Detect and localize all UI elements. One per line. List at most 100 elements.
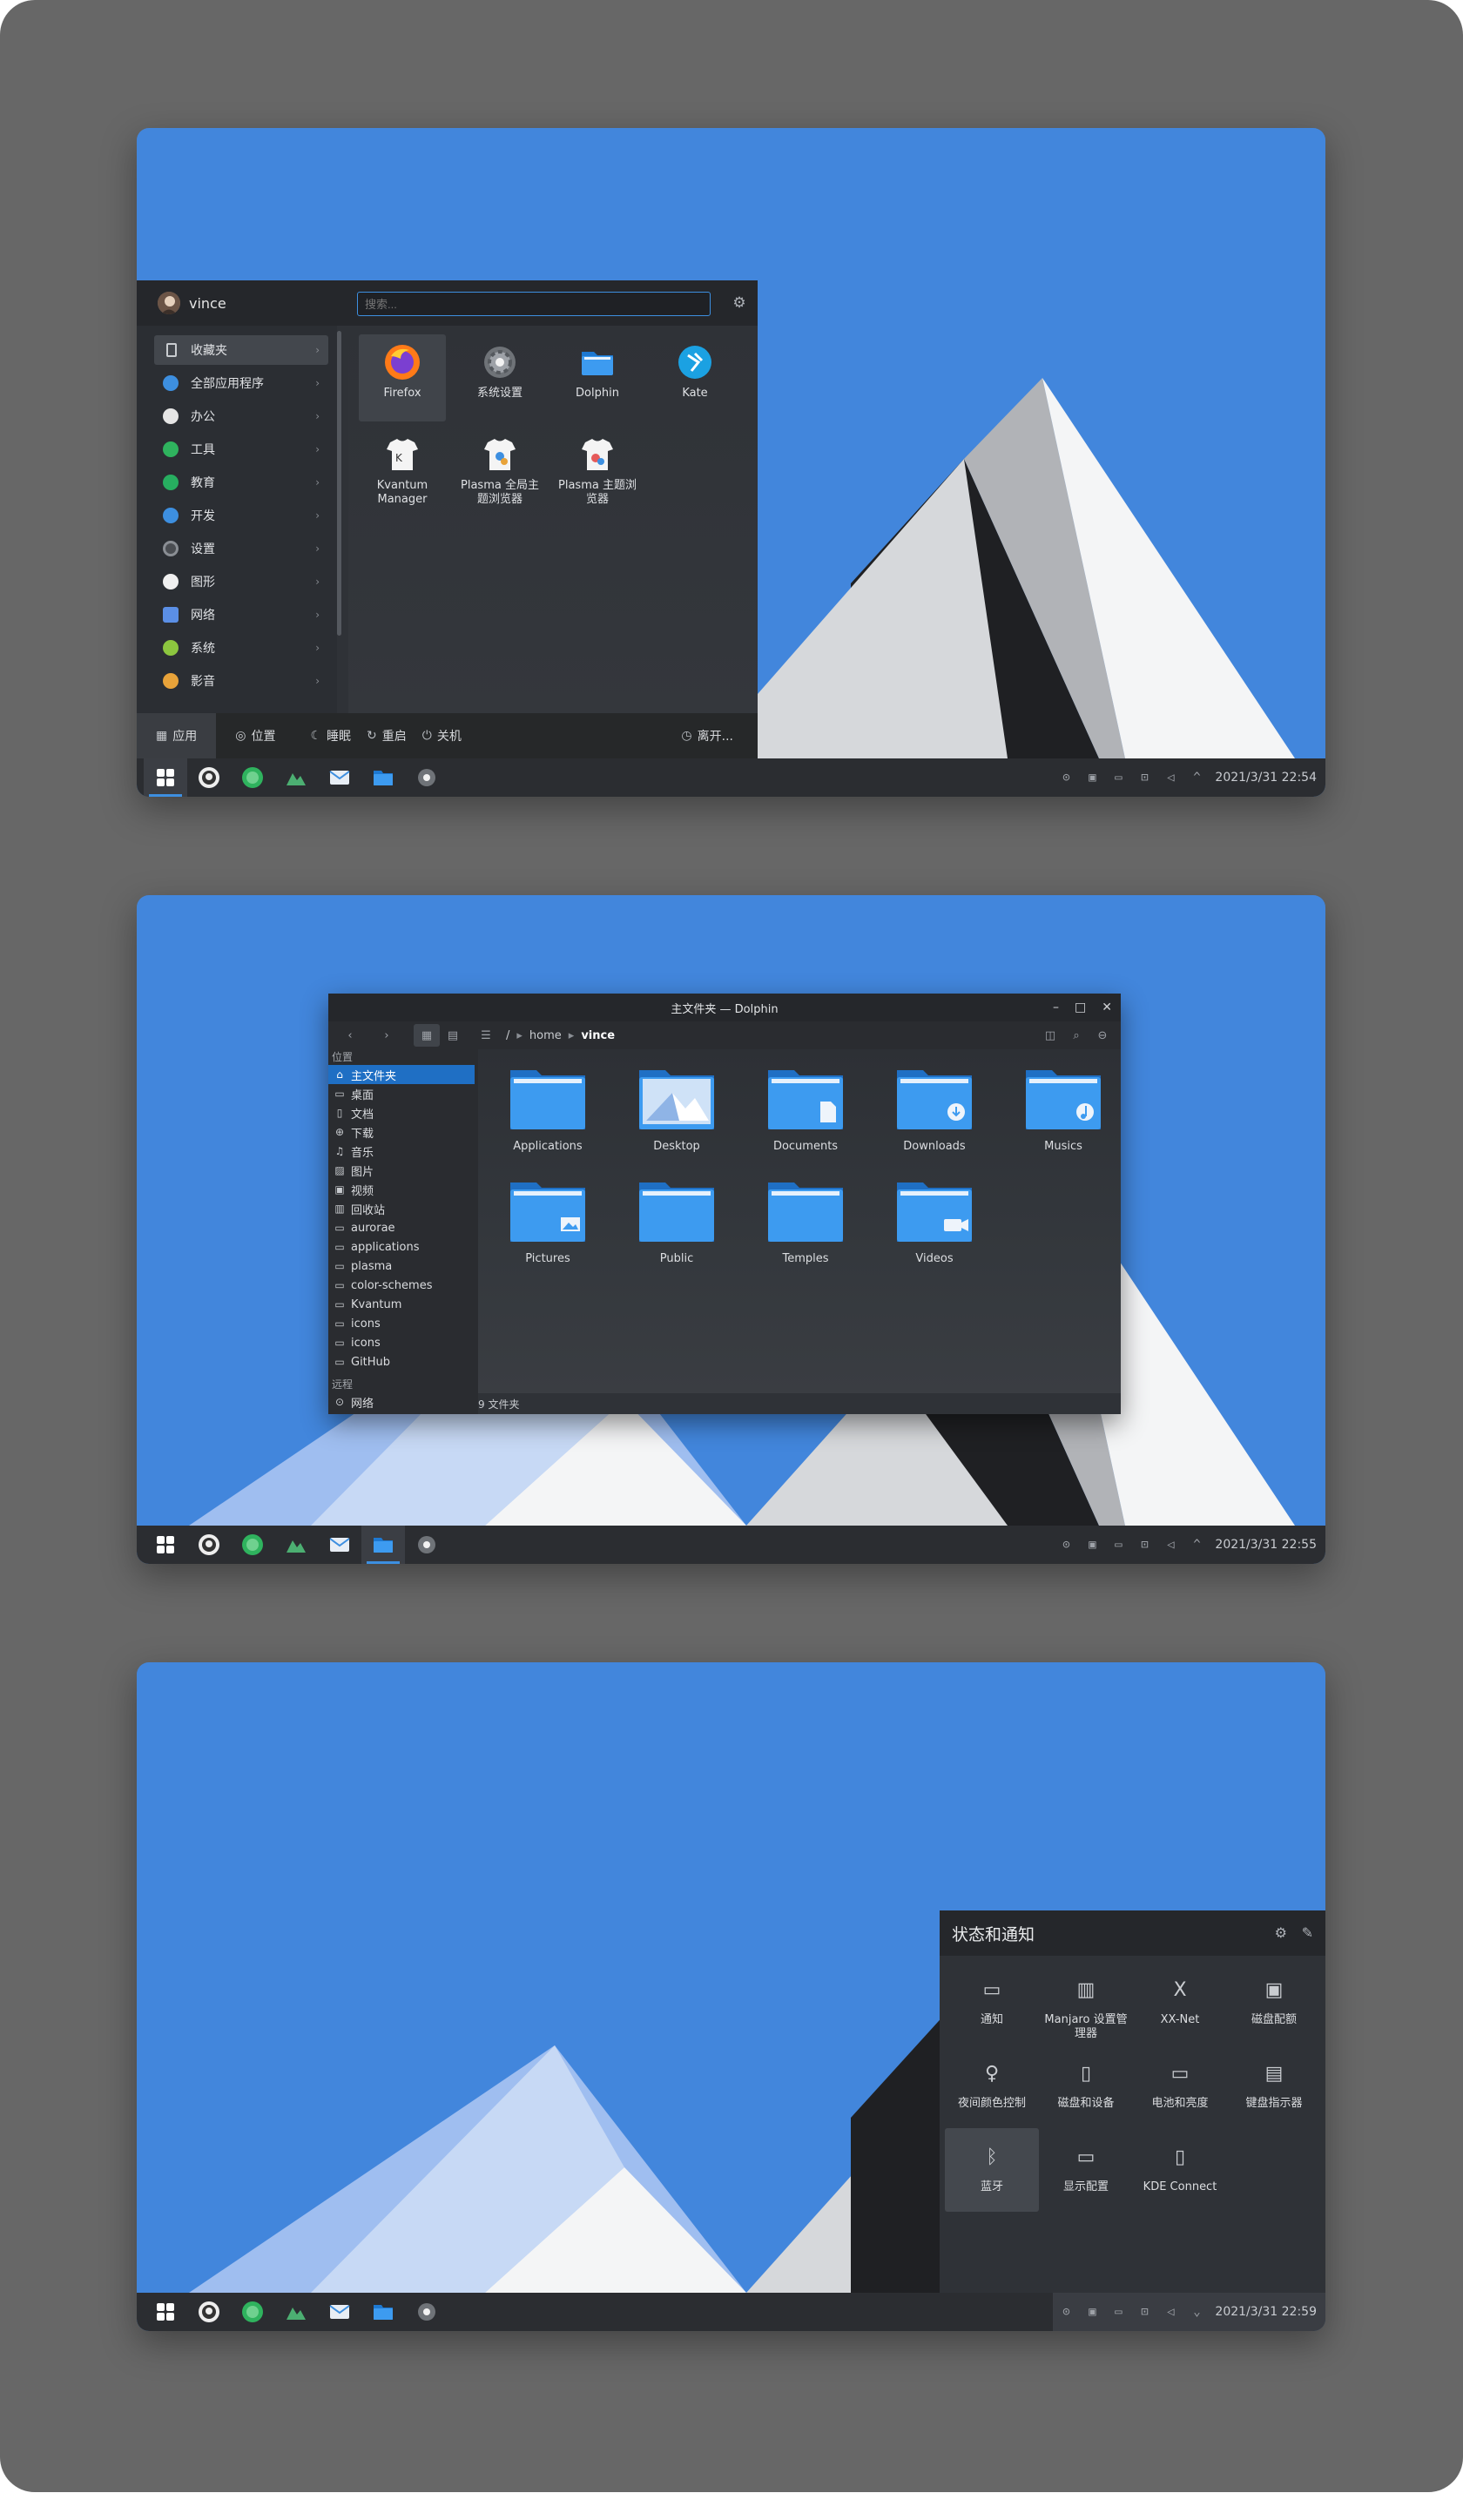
category-internet[interactable]: 网络 › bbox=[154, 600, 328, 630]
breadcrumb-home[interactable]: home bbox=[529, 1029, 562, 1042]
item-notifications[interactable]: ▭ 通知 bbox=[945, 1961, 1039, 2045]
app-launcher-button[interactable] bbox=[144, 2293, 187, 2331]
place-desktop[interactable]: ▭ 桌面 bbox=[328, 1084, 478, 1103]
folder-item[interactable]: Desktop bbox=[629, 1054, 725, 1159]
category-settings[interactable]: 设置 › bbox=[154, 534, 328, 563]
window-titlebar[interactable]: 主文件夹 — Dolphin – □ ✕ bbox=[328, 994, 1121, 1021]
item-disks-devices[interactable]: ▯ 磁盘和设备 bbox=[1039, 2045, 1133, 2128]
item-manjaro-settings[interactable]: ▥ Manjaro 设置管理器 bbox=[1039, 1961, 1133, 2045]
details-view-icon[interactable]: ☰ bbox=[473, 1024, 499, 1047]
place-downloads[interactable]: ⊕ 下载 bbox=[328, 1122, 478, 1142]
configure-icon[interactable]: ⚙ bbox=[729, 293, 750, 313]
taskbar-github[interactable] bbox=[187, 1526, 231, 1564]
keyboard-icon[interactable]: ▭ bbox=[1105, 1526, 1131, 1564]
app-launcher-button[interactable] bbox=[144, 758, 187, 797]
taskbar-green-app[interactable] bbox=[231, 758, 274, 797]
taskbar-dolphin[interactable] bbox=[361, 1526, 405, 1564]
category-scrollbar[interactable] bbox=[337, 331, 341, 636]
taskbar-dolphin[interactable] bbox=[361, 2293, 405, 2331]
place-home[interactable]: ⌂ 主文件夹 bbox=[328, 1065, 475, 1084]
place-folder[interactable]: ▭ aurorae bbox=[328, 1218, 478, 1237]
tab-places[interactable]: ◎ 位置 bbox=[216, 713, 294, 758]
user-avatar[interactable] bbox=[158, 292, 180, 314]
app-system-settings[interactable]: 系统设置 bbox=[456, 334, 543, 421]
notes-icon[interactable]: ▣ bbox=[1079, 1526, 1105, 1564]
tray-collapse-icon[interactable]: ⌄ bbox=[1183, 2293, 1210, 2331]
volume-icon[interactable]: ◁ bbox=[1157, 2293, 1183, 2331]
place-folder[interactable]: ▭ Kvantum bbox=[328, 1295, 478, 1314]
taskbar-settings[interactable] bbox=[405, 758, 448, 797]
tab-applications[interactable]: ▦ 应用 bbox=[137, 713, 217, 758]
network-icon[interactable]: ⊡ bbox=[1131, 1526, 1157, 1564]
breadcrumb-root[interactable]: / bbox=[506, 1029, 509, 1042]
place-documents[interactable]: ▯ 文档 bbox=[328, 1103, 478, 1122]
app-kvantum-manager[interactable]: K Kvantum Manager bbox=[359, 427, 446, 514]
pin-icon[interactable]: ✎ bbox=[1302, 1924, 1313, 1941]
taskbar-green-app[interactable] bbox=[231, 1526, 274, 1564]
taskbar-github[interactable] bbox=[187, 2293, 231, 2331]
network-icon[interactable]: ⊡ bbox=[1131, 758, 1157, 797]
taskbar-github[interactable] bbox=[187, 758, 231, 797]
taskbar-scenery[interactable] bbox=[274, 2293, 318, 2331]
search-input[interactable] bbox=[357, 292, 711, 316]
place-network[interactable]: ⊙ 网络 bbox=[328, 1392, 478, 1412]
taskbar-mail[interactable] bbox=[318, 758, 361, 797]
restart-button[interactable]: ↻ 重启 bbox=[367, 727, 407, 745]
volume-icon[interactable]: ◁ bbox=[1157, 1526, 1183, 1564]
category-development[interactable]: 开发 › bbox=[154, 501, 328, 530]
sleep-button[interactable]: ☾ 睡眠 bbox=[310, 727, 351, 745]
menu-icon[interactable]: ⊖ bbox=[1089, 1024, 1116, 1047]
place-videos[interactable]: ▣ 视频 bbox=[328, 1180, 478, 1199]
sync-icon[interactable]: ⊙ bbox=[1053, 758, 1079, 797]
category-graphics[interactable]: 图形 › bbox=[154, 567, 328, 596]
close-icon[interactable]: ✕ bbox=[1102, 1001, 1112, 1014]
folder-item[interactable]: Public bbox=[629, 1167, 725, 1271]
split-view-icon[interactable]: ◫ bbox=[1037, 1024, 1063, 1047]
taskbar-scenery[interactable] bbox=[274, 758, 318, 797]
taskbar-settings[interactable] bbox=[405, 1526, 448, 1564]
item-disk-quota[interactable]: ▣ 磁盘配额 bbox=[1227, 1961, 1321, 2045]
taskbar-settings[interactable] bbox=[405, 2293, 448, 2331]
app-dolphin[interactable]: Dolphin bbox=[554, 334, 641, 421]
app-firefox[interactable]: Firefox bbox=[359, 334, 446, 421]
keyboard-icon[interactable]: ▭ bbox=[1105, 758, 1131, 797]
tray-expand-icon[interactable]: ^ bbox=[1183, 758, 1210, 797]
sync-icon[interactable]: ⊙ bbox=[1053, 2293, 1079, 2331]
folder-item[interactable]: Videos bbox=[887, 1167, 982, 1271]
compact-view-icon[interactable]: ▤ bbox=[440, 1024, 466, 1047]
minimize-icon[interactable]: – bbox=[1053, 1001, 1059, 1014]
clock[interactable]: 2021/3/31 22:59 bbox=[1215, 2305, 1317, 2319]
taskbar-green-app[interactable] bbox=[231, 2293, 274, 2331]
item-display-config[interactable]: ▭ 显示配置 bbox=[1039, 2128, 1133, 2212]
category-system[interactable]: 系统 › bbox=[154, 633, 328, 663]
category-education[interactable]: 教育 › bbox=[154, 468, 328, 497]
notes-icon[interactable]: ▣ bbox=[1079, 758, 1105, 797]
network-icon[interactable]: ⊡ bbox=[1131, 2293, 1157, 2331]
search-icon[interactable]: ⌕ bbox=[1063, 1024, 1089, 1047]
folder-item[interactable]: Documents bbox=[758, 1054, 853, 1159]
leave-button[interactable]: ◷ 离开... bbox=[681, 727, 733, 745]
item-kde-connect[interactable]: ▯ KDE Connect bbox=[1133, 2128, 1227, 2212]
tray-expand-icon[interactable]: ^ bbox=[1183, 1526, 1210, 1564]
folder-item[interactable]: Musics bbox=[1015, 1054, 1111, 1159]
forward-icon[interactable]: › bbox=[374, 1024, 400, 1047]
place-music[interactable]: ♫ 音乐 bbox=[328, 1142, 478, 1161]
folder-item[interactable]: Downloads bbox=[887, 1054, 982, 1159]
app-plasma-global-theme[interactable]: Plasma 全局主题浏览器 bbox=[456, 427, 543, 514]
taskbar-scenery[interactable] bbox=[274, 1526, 318, 1564]
place-folder[interactable]: ▭ plasma bbox=[328, 1257, 478, 1276]
clock[interactable]: 2021/3/31 22:55 bbox=[1215, 1538, 1317, 1552]
place-folder[interactable]: ▭ icons bbox=[328, 1314, 478, 1333]
app-kate[interactable]: Kate bbox=[651, 334, 738, 421]
keyboard-icon[interactable]: ▭ bbox=[1105, 2293, 1131, 2331]
sync-icon[interactable]: ⊙ bbox=[1053, 1526, 1079, 1564]
place-folder[interactable]: ▭ GitHub bbox=[328, 1352, 478, 1371]
place-pictures[interactable]: ▨ 图片 bbox=[328, 1161, 478, 1180]
category-multimedia[interactable]: 影音 › bbox=[154, 666, 328, 696]
category-all-apps[interactable]: 全部应用程序 › bbox=[154, 368, 328, 398]
shutdown-button[interactable]: ⏻ 关机 bbox=[422, 727, 462, 745]
breadcrumb-current[interactable]: vince bbox=[581, 1029, 615, 1042]
category-favorites[interactable]: 收藏夹 › bbox=[154, 335, 328, 365]
category-office[interactable]: 办公 › bbox=[154, 401, 328, 431]
maximize-icon[interactable]: □ bbox=[1075, 1001, 1086, 1014]
